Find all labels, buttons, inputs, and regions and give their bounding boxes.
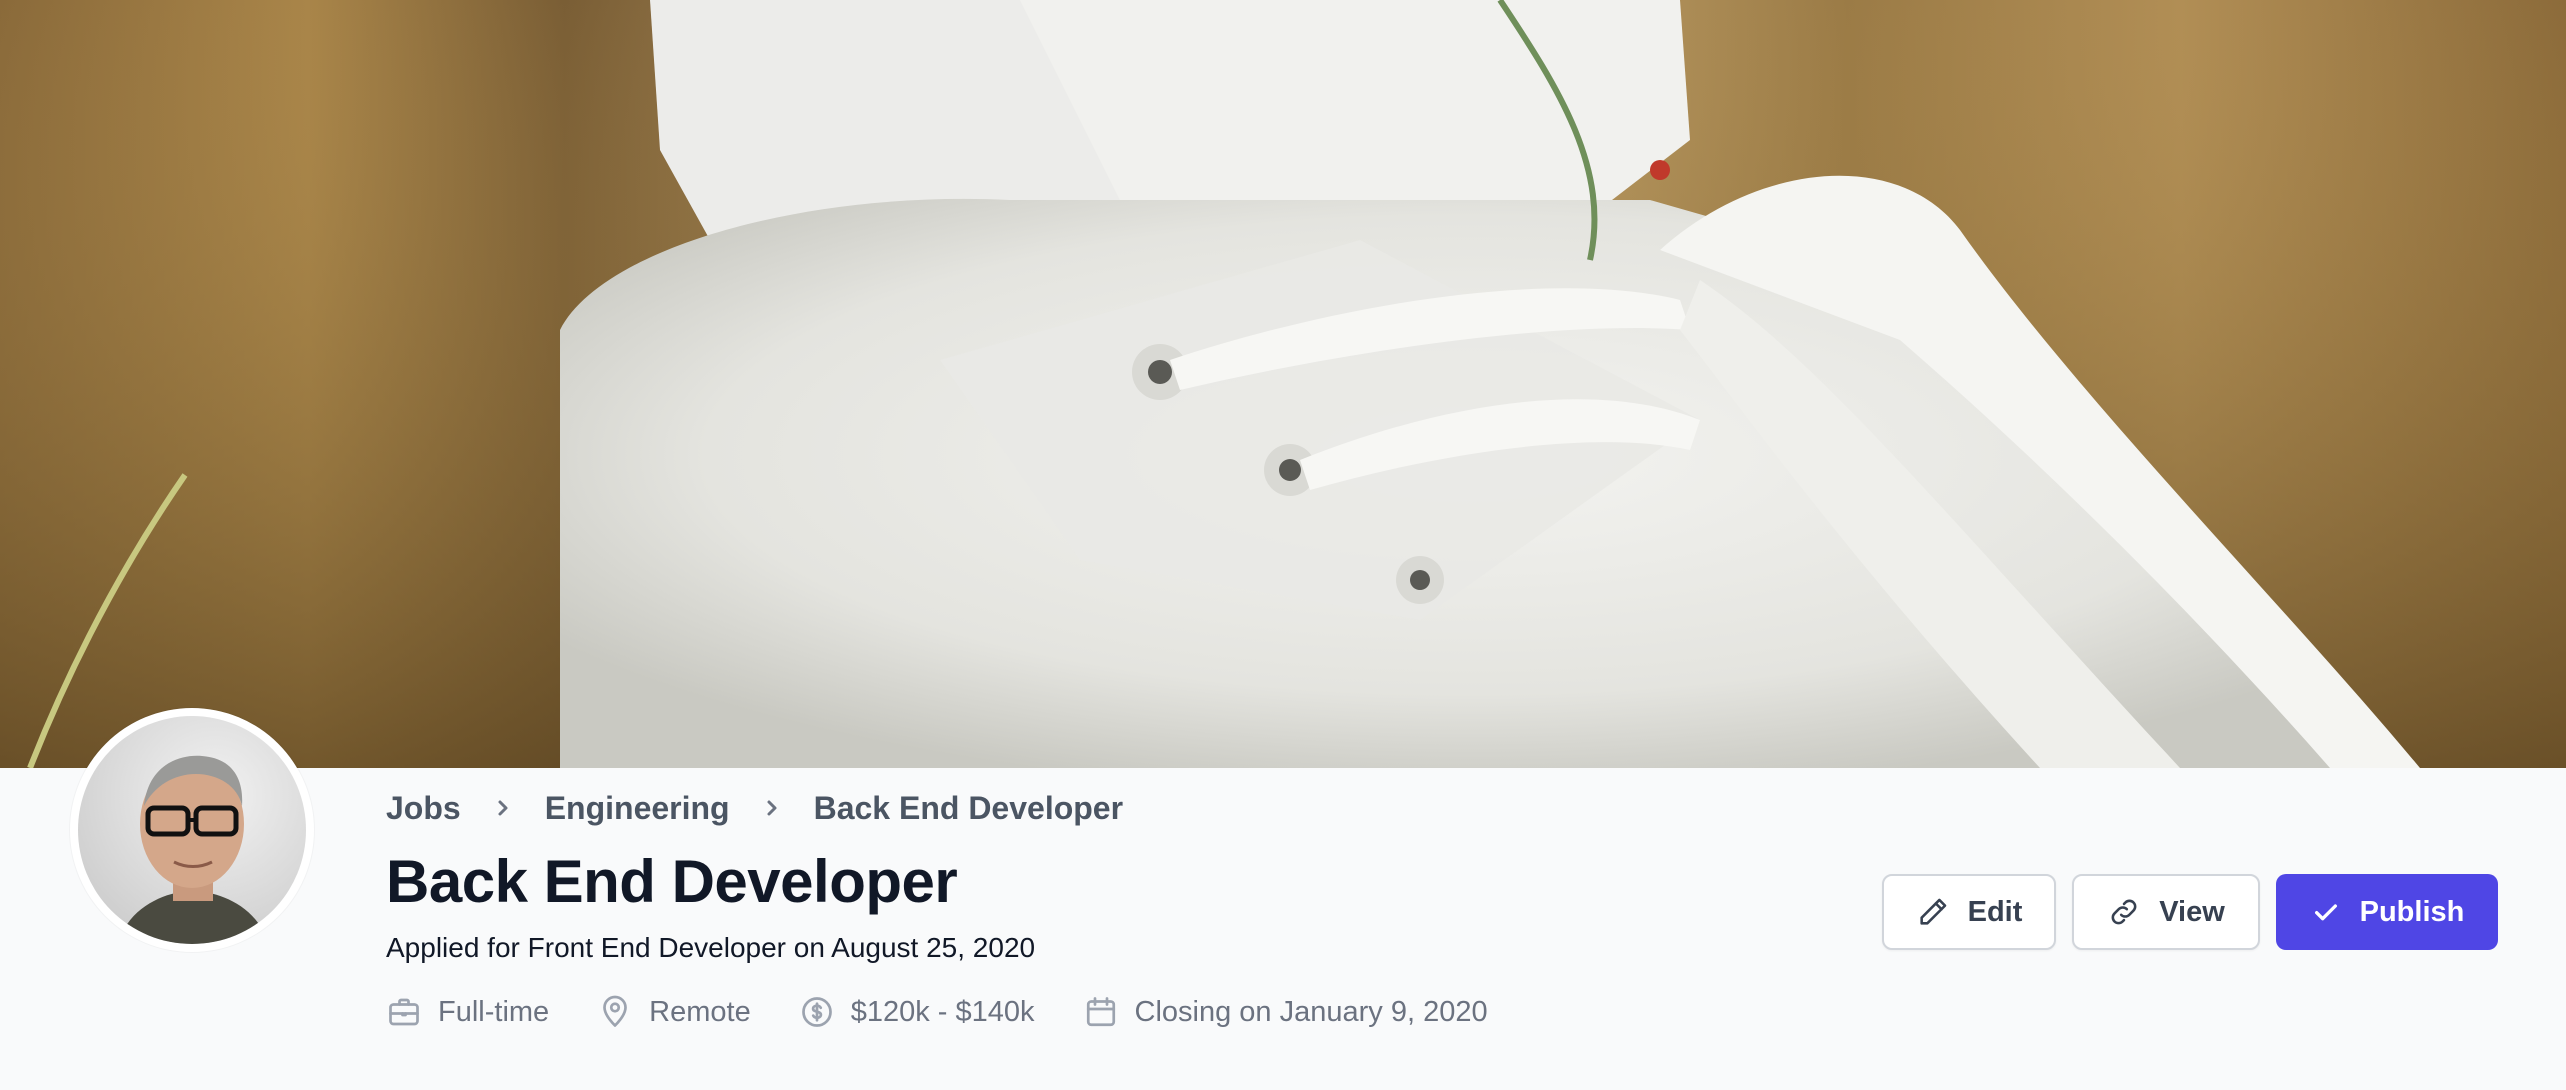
- breadcrumb-item-engineering[interactable]: Engineering: [545, 790, 730, 827]
- meta-employment-type-text: Full-time: [438, 995, 550, 1028]
- chevron-right-icon: [479, 798, 527, 818]
- publish-button[interactable]: Publish: [2276, 874, 2498, 950]
- page-title: Back End Developer: [386, 848, 958, 915]
- job-meta: Full-time Remote $120k - $140k Closing o…: [386, 990, 1536, 1034]
- chevron-right-icon: [748, 798, 796, 818]
- link-icon: [2111, 899, 2137, 925]
- pencil-icon: [1920, 898, 1946, 925]
- job-subtitle: Applied for Front End Developer on Augus…: [386, 932, 1036, 963]
- view-button-label: View: [2159, 895, 2225, 928]
- meta-closing-date-text: Closing on January 9, 2020: [1134, 995, 1488, 1028]
- meta-location: Remote: [597, 994, 751, 1030]
- map-pin-icon: [603, 995, 628, 1027]
- meta-closing-date: Closing on January 9, 2020: [1083, 994, 1488, 1030]
- breadcrumb-item-current[interactable]: Back End Developer: [814, 790, 1123, 827]
- meta-salary: $120k - $140k: [799, 994, 1035, 1030]
- currency-dollar-icon: [801, 997, 832, 1027]
- breadcrumb: Jobs Engineering Back End Developer: [386, 786, 1123, 830]
- cover-image: [0, 0, 2566, 768]
- calendar-icon: [1086, 997, 1115, 1027]
- meta-salary-text: $120k - $140k: [850, 995, 1035, 1028]
- meta-employment-type: Full-time: [386, 994, 549, 1030]
- edit-button[interactable]: Edit: [1882, 874, 2056, 950]
- briefcase-icon: [389, 998, 419, 1026]
- view-button[interactable]: View: [2072, 874, 2260, 950]
- check-icon: [2314, 904, 2337, 921]
- breadcrumb-item-jobs[interactable]: Jobs: [386, 790, 461, 827]
- publish-button-label: Publish: [2359, 895, 2465, 928]
- avatar-photo: [78, 716, 306, 944]
- sneaker-illustration: [0, 0, 2566, 768]
- avatar: [70, 708, 314, 952]
- edit-button-label: Edit: [1967, 895, 2023, 928]
- meta-location-text: Remote: [649, 995, 751, 1028]
